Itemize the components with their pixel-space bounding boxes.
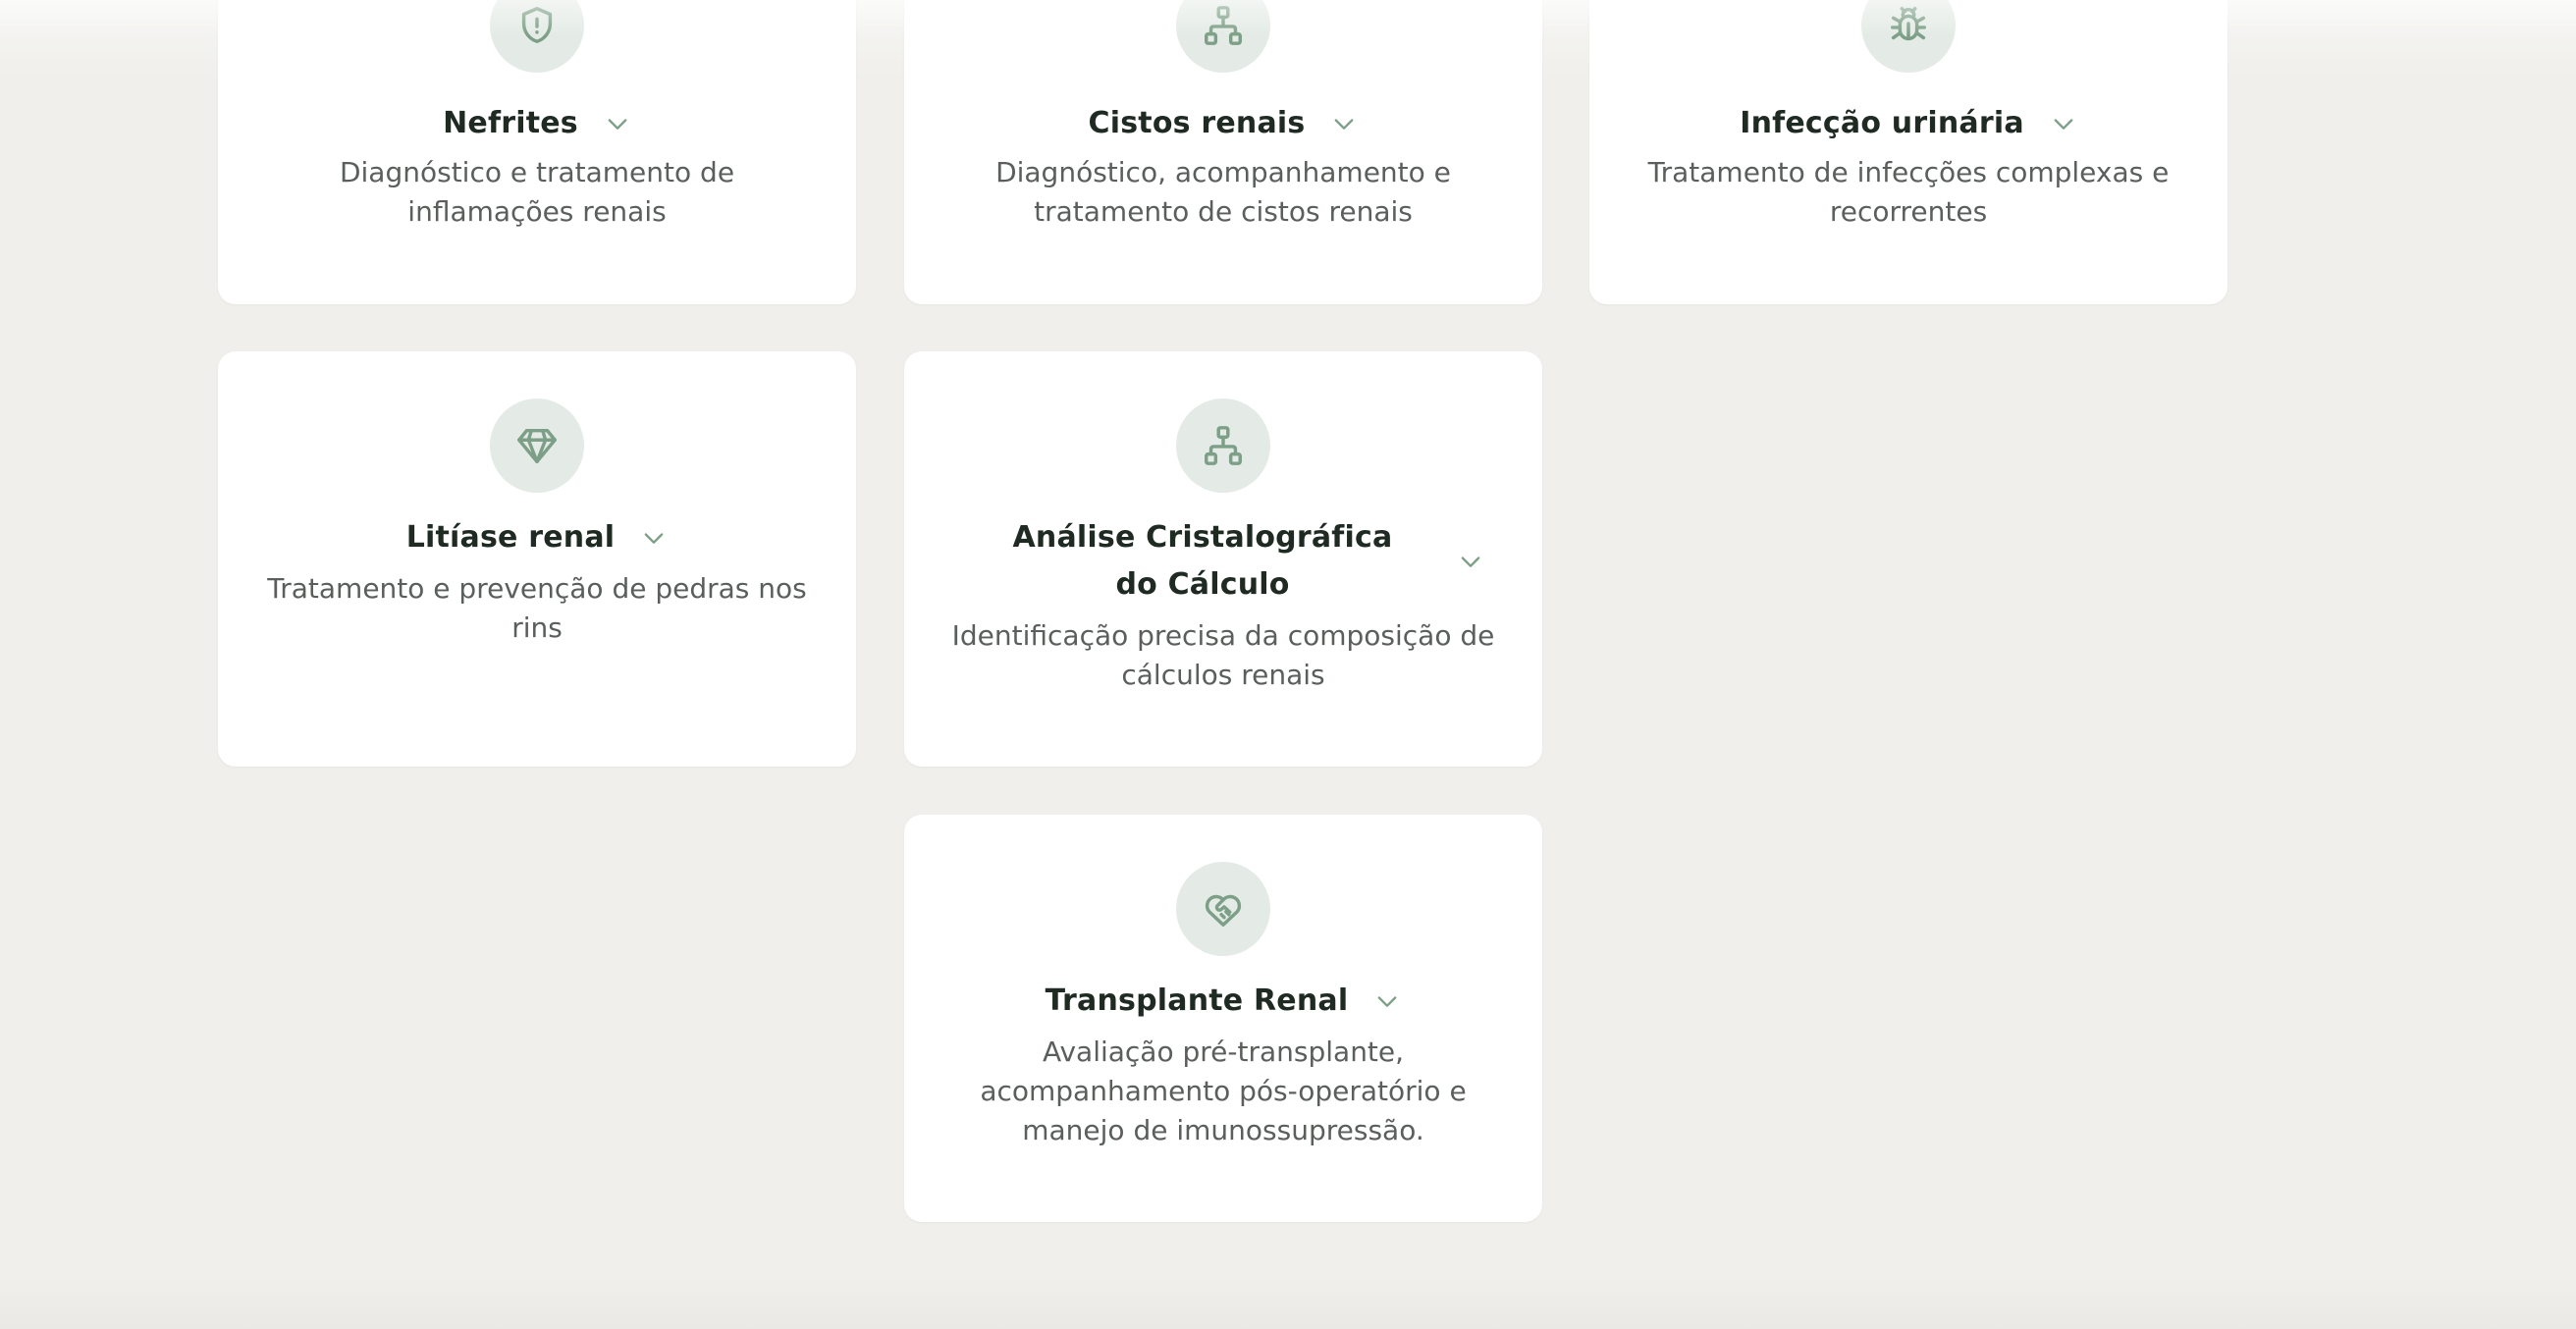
service-card-infeccao-urinaria[interactable]: Infecção urinária Tratamento de infecçõe… <box>1589 0 2227 304</box>
card-description: Identificação precisa da composição de c… <box>951 619 1495 691</box>
chevron-down-icon[interactable] <box>604 110 631 137</box>
bug-icon <box>1861 0 1956 73</box>
service-card-transplante-renal[interactable]: Transplante Renal Avaliação pré-transpla… <box>904 815 1542 1222</box>
chevron-down-icon[interactable] <box>1330 110 1358 137</box>
services-section: Nefrites Diagnóstico e tratamento de inf… <box>0 0 2576 1329</box>
service-card-nefrites[interactable]: Nefrites Diagnóstico e tratamento de inf… <box>218 0 856 304</box>
gem-icon <box>490 399 584 493</box>
chevron-down-icon[interactable] <box>1457 548 1484 575</box>
card-description: Tratamento e prevenção de pedras nos rin… <box>267 572 807 644</box>
card-title: Infecção urinária <box>1740 106 2024 140</box>
network-icon <box>1176 0 1270 73</box>
service-card-analise-cristalografica[interactable]: Análise Cristalográfica do Cálculo Ident… <box>904 351 1542 767</box>
chevron-down-icon[interactable] <box>1373 987 1401 1015</box>
service-card-cistos-renais[interactable]: Cistos renais Diagnóstico, acompanhament… <box>904 0 1542 304</box>
shield-icon <box>490 0 584 73</box>
chevron-down-icon[interactable] <box>640 524 668 552</box>
card-title: Transplante Renal <box>1045 983 1349 1018</box>
heart-handshake-icon <box>1176 862 1270 956</box>
card-description: Diagnóstico, acompanhamento e tratamento… <box>995 156 1451 228</box>
card-title: Litíase renal <box>405 520 616 555</box>
card-title: Cistos renais <box>1088 106 1306 140</box>
card-title: Nefrites <box>443 106 578 140</box>
card-description: Tratamento de infecções complexas e reco… <box>1647 156 2170 228</box>
network-icon <box>1176 399 1270 493</box>
card-description: Diagnóstico e tratamento de inflamações … <box>339 156 735 228</box>
card-description: Avaliação pré-transplante, acompanhament… <box>980 1036 1467 1146</box>
chevron-down-icon[interactable] <box>2050 110 2077 137</box>
card-title: Análise Cristalográfica do Cálculo <box>1012 520 1393 602</box>
service-card-litiase-renal[interactable]: Litíase renal Tratamento e prevenção de … <box>218 351 856 767</box>
